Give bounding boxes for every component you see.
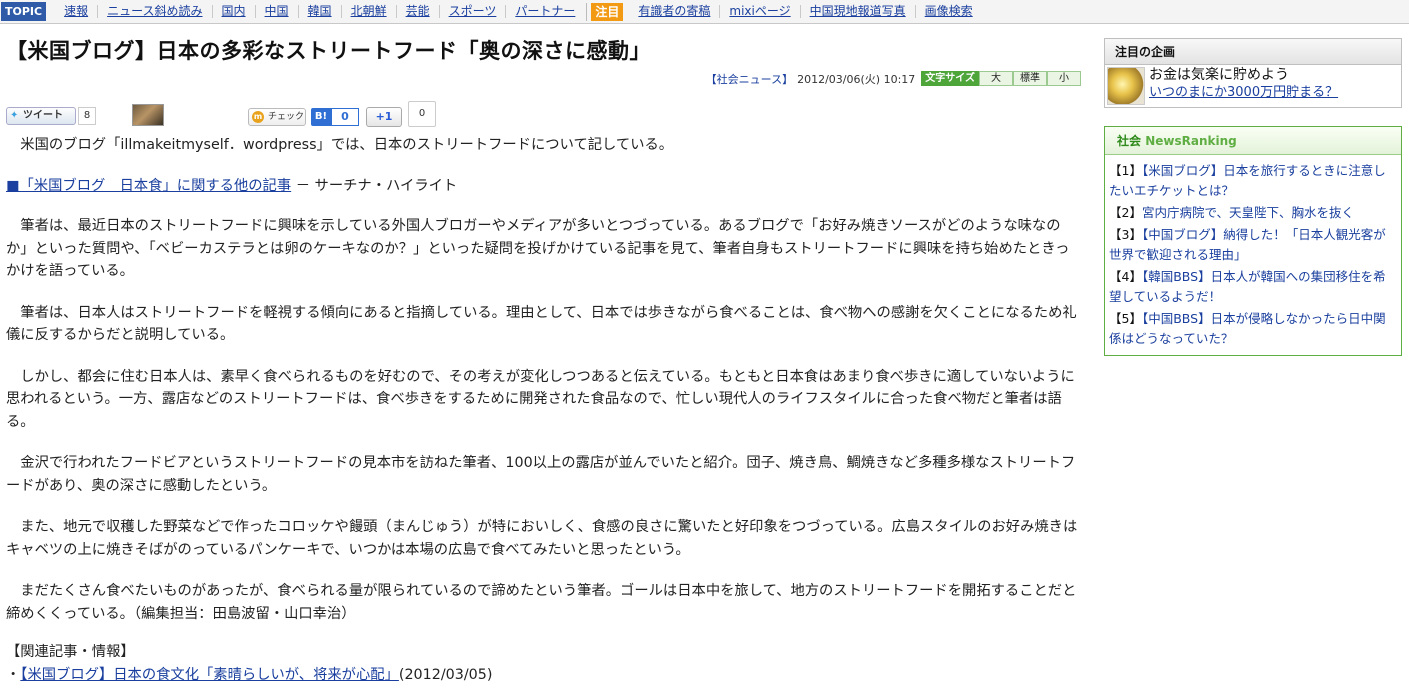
ranking-link[interactable]: 【米国ブログ】日本を旅行するときに注意したいエチケットとは？ [1109,163,1386,198]
nav-link-expert-columns[interactable]: 有識者の寄稿 [629,5,721,18]
font-size-normal-button[interactable]: 標準 [1013,71,1047,86]
feature-promo: お金は気楽に貯めよう いつのまにか3000万円貯まる？ [1105,65,1401,107]
feature-link[interactable]: いつのまにか3000万円貯まる？ [1149,84,1338,102]
article-lead: 米国のブログ「illmakeitmyself．wordpress」では、日本のス… [20,137,674,153]
mixi-check-button[interactable]: m チェック [248,108,306,126]
ranking-number: 【3】 [1109,227,1142,242]
ranking-link[interactable]: 宮内庁病院で、天皇陛下、胸水を抜く [1142,205,1354,220]
article-paragraph: 筆者は、最近日本のストリートフードに興味を示している外国人ブロガーやメディアが多… [6,218,1070,279]
article-body: 米国のブログ「illmakeitmyself．wordpress」では、日本のス… [6,134,1081,686]
article-paragraph: しかし、都会に住む日本人は、素早く食べられるものを好むので、その考えが変化しつつ… [6,368,1075,430]
article-paragraph: まだたくさん食べたいものがあったが、食べられる量が限られているので諦めたという筆… [6,583,1077,622]
ranking-number: 【5】 [1109,311,1142,326]
tweet-button[interactable]: ✦ ツイート [6,107,76,125]
top-navigation: TOPIC 速報 ニュース斜め読み 国内 中国 韓国 北朝鮮 芸能 スポーツ パ… [0,0,1409,24]
nav-link-partner[interactable]: パートナー [506,5,584,18]
nav-link-entertainment[interactable]: 芸能 [397,5,440,18]
article-meta: 【社会ニュース】 2012/03/06(火) 10:17 文字サイズ 大 標準 … [706,70,1081,87]
font-size-large-button[interactable]: 大 [979,71,1013,86]
ranking-item: 【2】宮内庁病院で、天皇陛下、胸水を抜く [1109,203,1397,223]
nav-link-korea[interactable]: 韓国 [299,5,342,18]
ranking-item: 【4】【韓国BBS】日本人が韓国への集団移住を希望しているようだ！ [1109,267,1397,307]
related-article-date: (2012/03/05) [398,666,493,683]
nav-link-china-photos[interactable]: 中国現地報道写真 [801,5,916,18]
coins-image[interactable] [1107,67,1145,105]
article-paragraph: 金沢で行われたフードビアというストリートフードの見本市を訪ねた筆者、100以上の… [6,455,1076,494]
hatena-bookmark-count: 0 [331,108,359,126]
related-inline-tail: － サーチナ・ハイライト [291,177,458,194]
ranking-list: 【1】【米国ブログ】日本を旅行するときに注意したいエチケットとは？ 【2】宮内庁… [1105,155,1401,355]
twitter-bird-icon: ✦ [10,110,19,121]
nav-divider [586,2,588,21]
news-ranking-box: 社会 NewsRanking 【1】【米国ブログ】日本を旅行するときに注意したい… [1104,126,1402,356]
google-plus-one-button[interactable]: +1 [366,107,402,127]
related-inline: ■「米国ブログ 日本食」に関する他の記事 － サーチナ・ハイライト [6,175,1081,198]
related-list-item: ・【米国ブログ】日本の食文化「素晴らしいが、将来が心配」(2012/03/05) [6,664,1081,687]
article-paragraph: また、地元で収穫した野菜などで作ったコロッケや饅頭（まんじゅう）が特においしく、… [6,519,1078,558]
ranking-item: 【5】【中国BBS】日本が侵略しなかったら日中関係はどうなっていた？ [1109,309,1397,349]
sidebar: 注目の企画 お金は気楽に貯めよう いつのまにか3000万円貯まる？ 社会 New… [1104,38,1402,356]
nav-link-breaking[interactable]: 速報 [55,5,99,18]
ranking-link[interactable]: 【中国BBS】日本が侵略しなかったら日中関係はどうなっていた？ [1109,311,1386,346]
nav-link-domestic[interactable]: 国内 [213,5,256,18]
google-plus-one-count: 0 [408,101,436,127]
hatena-bookmark-button[interactable]: B! [311,108,331,126]
nav-link-news-digest[interactable]: ニュース斜め読み [98,5,213,18]
feature-heading: 注目の企画 [1105,39,1401,65]
tweet-count: 8 [78,107,96,125]
font-size-small-button[interactable]: 小 [1047,71,1081,86]
ranking-number: 【2】 [1109,205,1142,220]
ranking-number: 【4】 [1109,269,1142,284]
check-label: チェック [268,112,305,122]
article-paragraph: 筆者は、日本人はストリートフードを軽視する傾向にあると指摘している。理由として、… [6,304,1077,344]
font-size-label: 文字サイズ [921,71,979,86]
article-title: 【米国ブログ】日本の多彩なストリートフード「奥の深さに感動」 [6,39,651,63]
topic-badge: TOPIC [1,2,47,21]
nav-link-image-search[interactable]: 画像検索 [916,5,982,18]
related-article-link[interactable]: 【米国ブログ】日本の食文化「素晴らしいが、将来が心配」 [20,667,399,683]
attention-badge: 注目 [591,2,624,21]
tweet-label: ツイート [23,110,63,121]
article-main: 【米国ブログ】日本の多彩なストリートフード「奥の深さに感動」 【社会ニュース】 … [6,36,1081,683]
article-datetime: 2012/03/06(火) 10:17 [797,72,916,86]
ranking-link[interactable]: 【韓国BBS】日本人が韓国への集団移住を希望しているようだ！ [1109,269,1386,304]
nav-link-mixi-page[interactable]: mixiページ [720,5,801,18]
feature-title: お金は気楽に貯めよう [1149,67,1289,83]
nav-link-china[interactable]: 中国 [256,5,299,18]
feature-box: 注目の企画 お金は気楽に貯めよう いつのまにか3000万円貯まる？ [1104,38,1402,108]
ranking-category: 社会 [1117,134,1142,148]
avatar[interactable] [132,104,164,126]
category-link[interactable]: 【社会ニュース】 [706,71,793,87]
related-heading: 【関連記事・情報】 [6,644,135,660]
ranking-number: 【1】 [1109,163,1142,178]
related-articles-link[interactable]: ■「米国ブログ 日本食」に関する他の記事 [6,178,291,194]
ranking-label: NewsRanking [1145,134,1237,148]
ranking-heading: 社会 NewsRanking [1105,127,1401,155]
nav-link-north-korea[interactable]: 北朝鮮 [342,5,397,18]
ranking-item: 【1】【米国ブログ】日本を旅行するときに注意したいエチケットとは？ [1109,161,1397,201]
ranking-item: 【3】【中国ブログ】納得した！「日本人観光客が世界で歓迎される理由」 [1109,225,1397,265]
social-share-bar: ✦ ツイート 8 m チェック B! 0 +1 0 [6,101,446,128]
ranking-link[interactable]: 【中国ブログ】納得した！「日本人観光客が世界で歓迎される理由」 [1109,227,1386,262]
related-bullet: ・ [6,666,21,683]
mixi-icon: m [252,111,264,123]
nav-link-sports[interactable]: スポーツ [440,5,507,18]
